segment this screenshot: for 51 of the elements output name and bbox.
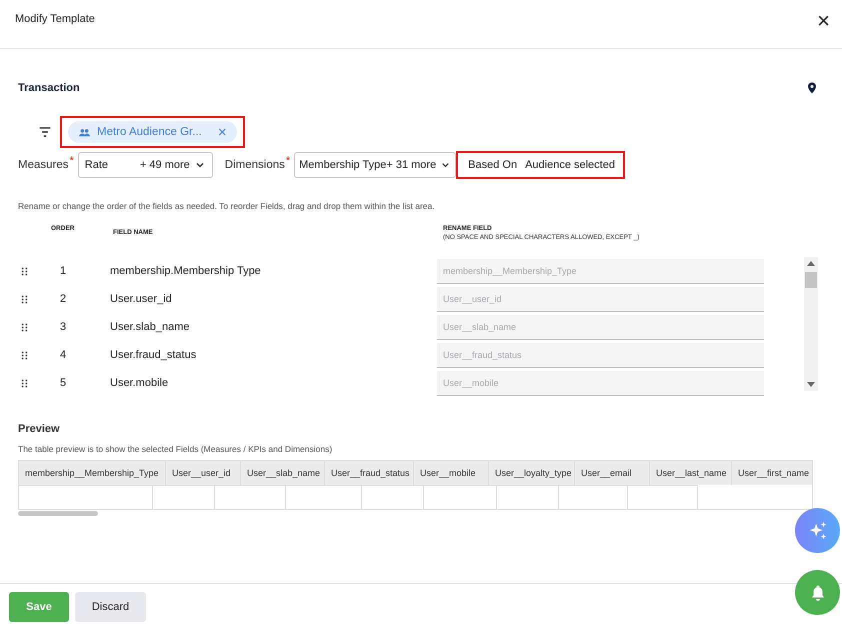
- drag-handle-icon[interactable]: [20, 294, 29, 304]
- chip-label: Metro Audience Gr...: [97, 126, 202, 138]
- order-number: 1: [59, 265, 68, 277]
- rename-input[interactable]: User__slab_name: [437, 314, 764, 340]
- close-button[interactable]: ×: [813, 10, 834, 32]
- rename-input[interactable]: membership__Membership_Type: [437, 258, 764, 284]
- field-name: User.fraud_status: [110, 349, 198, 361]
- based-on-label: Based On: [468, 159, 518, 171]
- field-name: User.user_id: [110, 293, 173, 305]
- field-label: Dimensions: [224, 159, 285, 171]
- table-header-cell: User__fraud_status: [325, 461, 414, 485]
- table-header-cell: User__loyalty_type: [489, 461, 575, 485]
- order-number: 3: [59, 321, 68, 333]
- location-pin-icon: [806, 81, 818, 95]
- preview-description: The table preview is to show the selected Fields (Measures / KPIs and Dimensions): [18, 444, 334, 454]
- field-name: User.mobile: [110, 377, 170, 389]
- drag-handle-icon[interactable]: [20, 266, 29, 276]
- measures-dropdown[interactable]: Rate + 49 more: [78, 152, 213, 178]
- required-mark: *: [70, 155, 74, 167]
- discard-button[interactable]: Discard: [75, 592, 146, 622]
- table-header-cell: User__mobile: [414, 461, 489, 485]
- required-mark: *: [286, 155, 290, 167]
- dimensions-dropdown[interactable]: Membership Type+ 31 more: [294, 152, 456, 178]
- table-header-cell: User__last_name: [650, 461, 732, 485]
- section-title: Transaction: [18, 82, 80, 94]
- scrollbar[interactable]: [804, 257, 818, 391]
- field-name: membership.Membership Type: [110, 265, 262, 277]
- drag-handle-icon[interactable]: [20, 350, 29, 360]
- field-name: User.slab_name: [110, 321, 190, 333]
- sparkle-button[interactable]: [795, 508, 840, 553]
- order-number: 5: [59, 377, 68, 389]
- section-title: Preview: [18, 423, 61, 435]
- table-header-cell: User__user_id: [166, 461, 241, 485]
- based-on-value: Audience selected: [525, 159, 615, 171]
- table-header-cell: User__first_name: [732, 461, 812, 485]
- horizontal-scrollbar[interactable]: [18, 511, 98, 516]
- order-number: 2: [59, 293, 68, 305]
- rename-input[interactable]: User__mobile: [437, 370, 764, 396]
- rename-input[interactable]: User__user_id: [437, 286, 764, 312]
- table-header-cell: User__email: [575, 461, 650, 485]
- notification-button[interactable]: [795, 570, 840, 615]
- instruction-text: Rename or change the order of the fields as needed. To reorder Fields, drag and drop them within the list area.: [18, 201, 436, 211]
- order-number: 4: [59, 349, 68, 361]
- rename-input[interactable]: User__fraud_status: [437, 342, 764, 368]
- drag-handle-icon[interactable]: [20, 322, 29, 332]
- dialog-title: Modify Template: [15, 13, 95, 25]
- field-label: Measures: [18, 159, 68, 171]
- drag-handle-icon[interactable]: [20, 378, 29, 388]
- filter-icon[interactable]: [38, 125, 52, 139]
- table-header-cell: User__slab_name: [241, 461, 325, 485]
- table-header-cell: membership__Membership_Type: [19, 461, 166, 485]
